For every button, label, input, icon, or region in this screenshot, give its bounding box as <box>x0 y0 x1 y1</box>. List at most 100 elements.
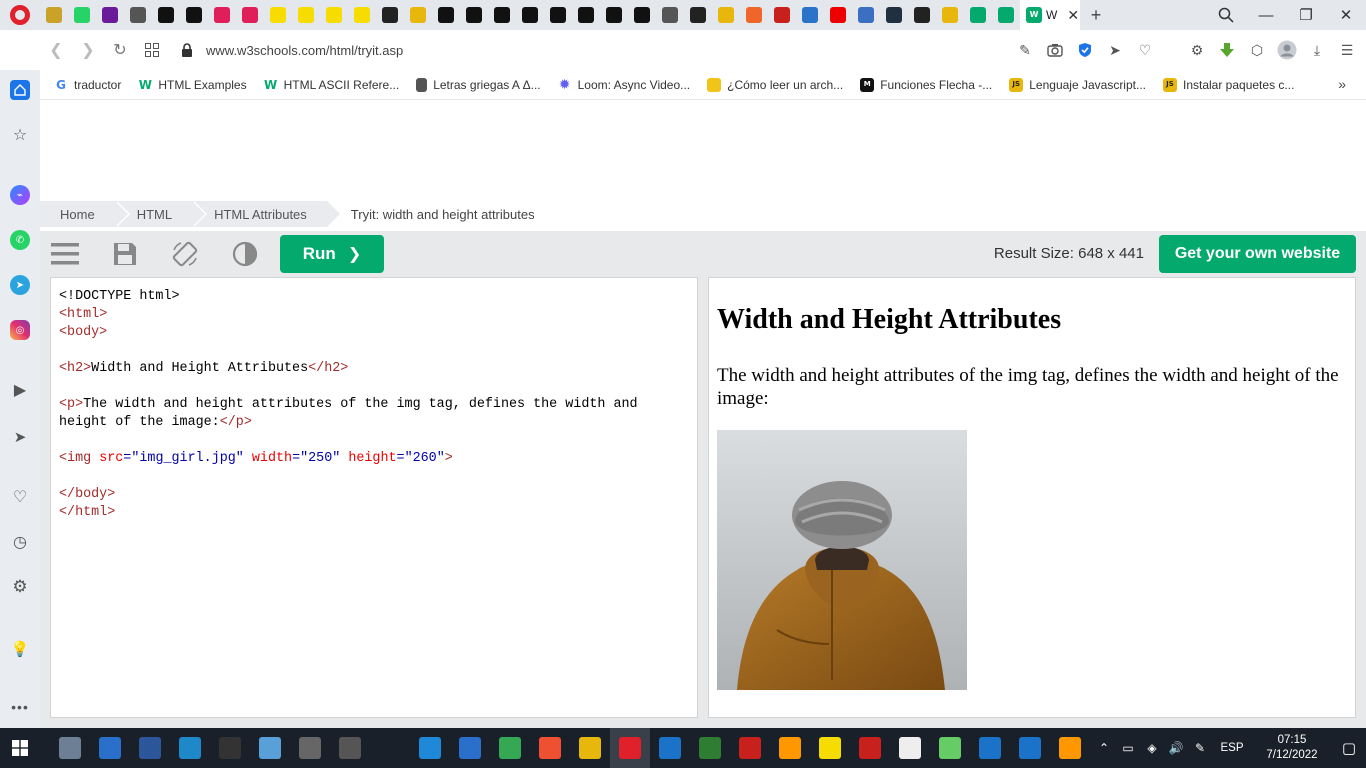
downloads-icon[interactable]: ⤓ <box>1306 39 1328 61</box>
sidebar-more[interactable]: ••• <box>8 695 32 719</box>
browser-tab[interactable] <box>992 0 1020 30</box>
taskbar-app[interactable] <box>450 728 490 768</box>
browser-tab[interactable] <box>628 0 656 30</box>
browser-tab[interactable] <box>124 0 152 30</box>
browser-tab[interactable] <box>936 0 964 30</box>
pen-icon[interactable]: ✎ <box>1188 741 1212 755</box>
get-own-website-button[interactable]: Get your own website <box>1159 235 1356 273</box>
taskbar-app[interactable] <box>290 728 330 768</box>
menu-button[interactable] <box>50 239 80 269</box>
browser-tab[interactable] <box>292 0 320 30</box>
taskbar-app[interactable] <box>170 728 210 768</box>
taskbar-app[interactable] <box>970 728 1010 768</box>
rotate-orientation-button[interactable] <box>170 239 200 269</box>
browser-tab[interactable] <box>460 0 488 30</box>
browser-tab[interactable] <box>544 0 572 30</box>
new-tab-button[interactable]: + <box>1080 0 1112 30</box>
sidebar-settings[interactable]: ⚙ <box>8 575 32 599</box>
breadcrumb-html-attributes[interactable]: HTML Attributes <box>192 201 342 227</box>
theme-toggle-button[interactable] <box>230 239 260 269</box>
browser-tab[interactable] <box>572 0 600 30</box>
minimize-button[interactable]: — <box>1246 0 1286 30</box>
sidebar-speed-dial[interactable]: ☆ <box>8 123 32 147</box>
browser-tab[interactable] <box>68 0 96 30</box>
taskbar-app[interactable] <box>610 728 650 768</box>
volume-icon[interactable]: 🔊 <box>1164 741 1188 755</box>
taskbar-app[interactable] <box>330 728 370 768</box>
bookmark-item[interactable]: ¿Cómo leer un arch... <box>707 77 843 92</box>
network-icon[interactable]: ◈ <box>1140 741 1164 755</box>
browser-tab[interactable] <box>152 0 180 30</box>
browser-tab[interactable] <box>348 0 376 30</box>
browser-tab[interactable] <box>180 0 208 30</box>
sidebar-messenger[interactable]: ⌁ <box>8 183 32 207</box>
run-button[interactable]: Run ❯ <box>280 235 384 273</box>
breadcrumb-home[interactable]: Home <box>40 201 130 227</box>
forward-button[interactable]: ❯ <box>72 30 104 70</box>
sidebar-whatsapp[interactable]: ✆ <box>8 228 32 252</box>
heart-icon[interactable]: ♡ <box>1134 39 1156 61</box>
show-hidden-icons-button[interactable]: ⌃ <box>1092 741 1116 755</box>
bookmark-item[interactable]: M Funciones Flecha -... <box>860 77 992 92</box>
close-window-button[interactable]: ✕ <box>1326 0 1366 30</box>
browser-tab[interactable] <box>964 0 992 30</box>
taskbar-app[interactable] <box>90 728 130 768</box>
url-field[interactable]: www.w3schools.com/html/tryit.asp <box>206 43 403 58</box>
easy-setup-icon[interactable]: ☰ <box>1336 39 1358 61</box>
taskbar-app[interactable] <box>490 728 530 768</box>
notifications-icon[interactable]: ▢ <box>1332 739 1366 757</box>
taskbar-app[interactable] <box>210 728 250 768</box>
taskbar-app[interactable] <box>930 728 970 768</box>
opera-menu-button[interactable] <box>0 0 40 30</box>
browser-tab[interactable] <box>852 0 880 30</box>
browser-tab[interactable] <box>488 0 516 30</box>
taskbar-app[interactable] <box>130 728 170 768</box>
browser-tab[interactable] <box>712 0 740 30</box>
language-indicator[interactable]: ESP <box>1212 742 1252 754</box>
browser-tab[interactable] <box>96 0 124 30</box>
browser-tab[interactable] <box>684 0 712 30</box>
sidebar-telegram[interactable]: ➤ <box>8 273 32 297</box>
bookmark-item[interactable]: Gtraductor <box>54 78 121 92</box>
browser-tab[interactable] <box>40 0 68 30</box>
taskbar-app[interactable] <box>810 728 850 768</box>
bookmark-item[interactable]: W HTML ASCII Refere... <box>264 78 399 92</box>
browser-tab[interactable] <box>404 0 432 30</box>
browser-tab[interactable] <box>600 0 628 30</box>
browser-tab[interactable] <box>432 0 460 30</box>
browser-tab[interactable] <box>768 0 796 30</box>
taskbar-app[interactable] <box>890 728 930 768</box>
active-tab[interactable]: W W ✕ <box>1020 0 1080 30</box>
browser-tab[interactable] <box>264 0 292 30</box>
more-bookmarks-button[interactable]: » <box>1338 76 1346 92</box>
browser-tab[interactable] <box>320 0 348 30</box>
sidebar-player[interactable]: ▶ <box>8 378 32 402</box>
sidebar-instagram[interactable]: ◎ <box>8 318 32 342</box>
bookmark-item[interactable]: W HTML Examples <box>138 78 247 92</box>
code-editor[interactable]: <!DOCTYPE html> <html> <body> <h2>Width and… <box>50 277 698 718</box>
vpn-shield-icon[interactable] <box>1074 39 1096 61</box>
taskbar-app[interactable] <box>50 728 90 768</box>
sidebar-tips[interactable]: 💡 <box>8 637 32 661</box>
start-button[interactable] <box>0 728 40 768</box>
browser-tab[interactable] <box>796 0 824 30</box>
taskbar-app[interactable] <box>650 728 690 768</box>
browser-tab[interactable] <box>656 0 684 30</box>
tab-search-icon[interactable] <box>1206 0 1246 30</box>
browser-tab[interactable] <box>908 0 936 30</box>
send-icon[interactable]: ➤ <box>1104 39 1126 61</box>
browser-tab[interactable] <box>208 0 236 30</box>
browser-tab[interactable] <box>880 0 908 30</box>
taskbar-app[interactable] <box>370 728 410 768</box>
taskbar-app[interactable] <box>410 728 450 768</box>
taskbar-app[interactable] <box>1010 728 1050 768</box>
save-button[interactable] <box>110 239 140 269</box>
reload-button[interactable]: ↻ <box>104 30 136 70</box>
close-tab-icon[interactable]: ✕ <box>1067 7 1079 24</box>
tabs-overview-button[interactable] <box>136 30 168 70</box>
browser-tab[interactable] <box>740 0 768 30</box>
bookmark-item[interactable]: Letras griegas A Δ... <box>416 77 541 92</box>
taskbar-app[interactable] <box>850 728 890 768</box>
browser-tab[interactable] <box>824 0 852 30</box>
bookmark-item[interactable]: JS Lenguaje Javascript... <box>1009 77 1146 92</box>
